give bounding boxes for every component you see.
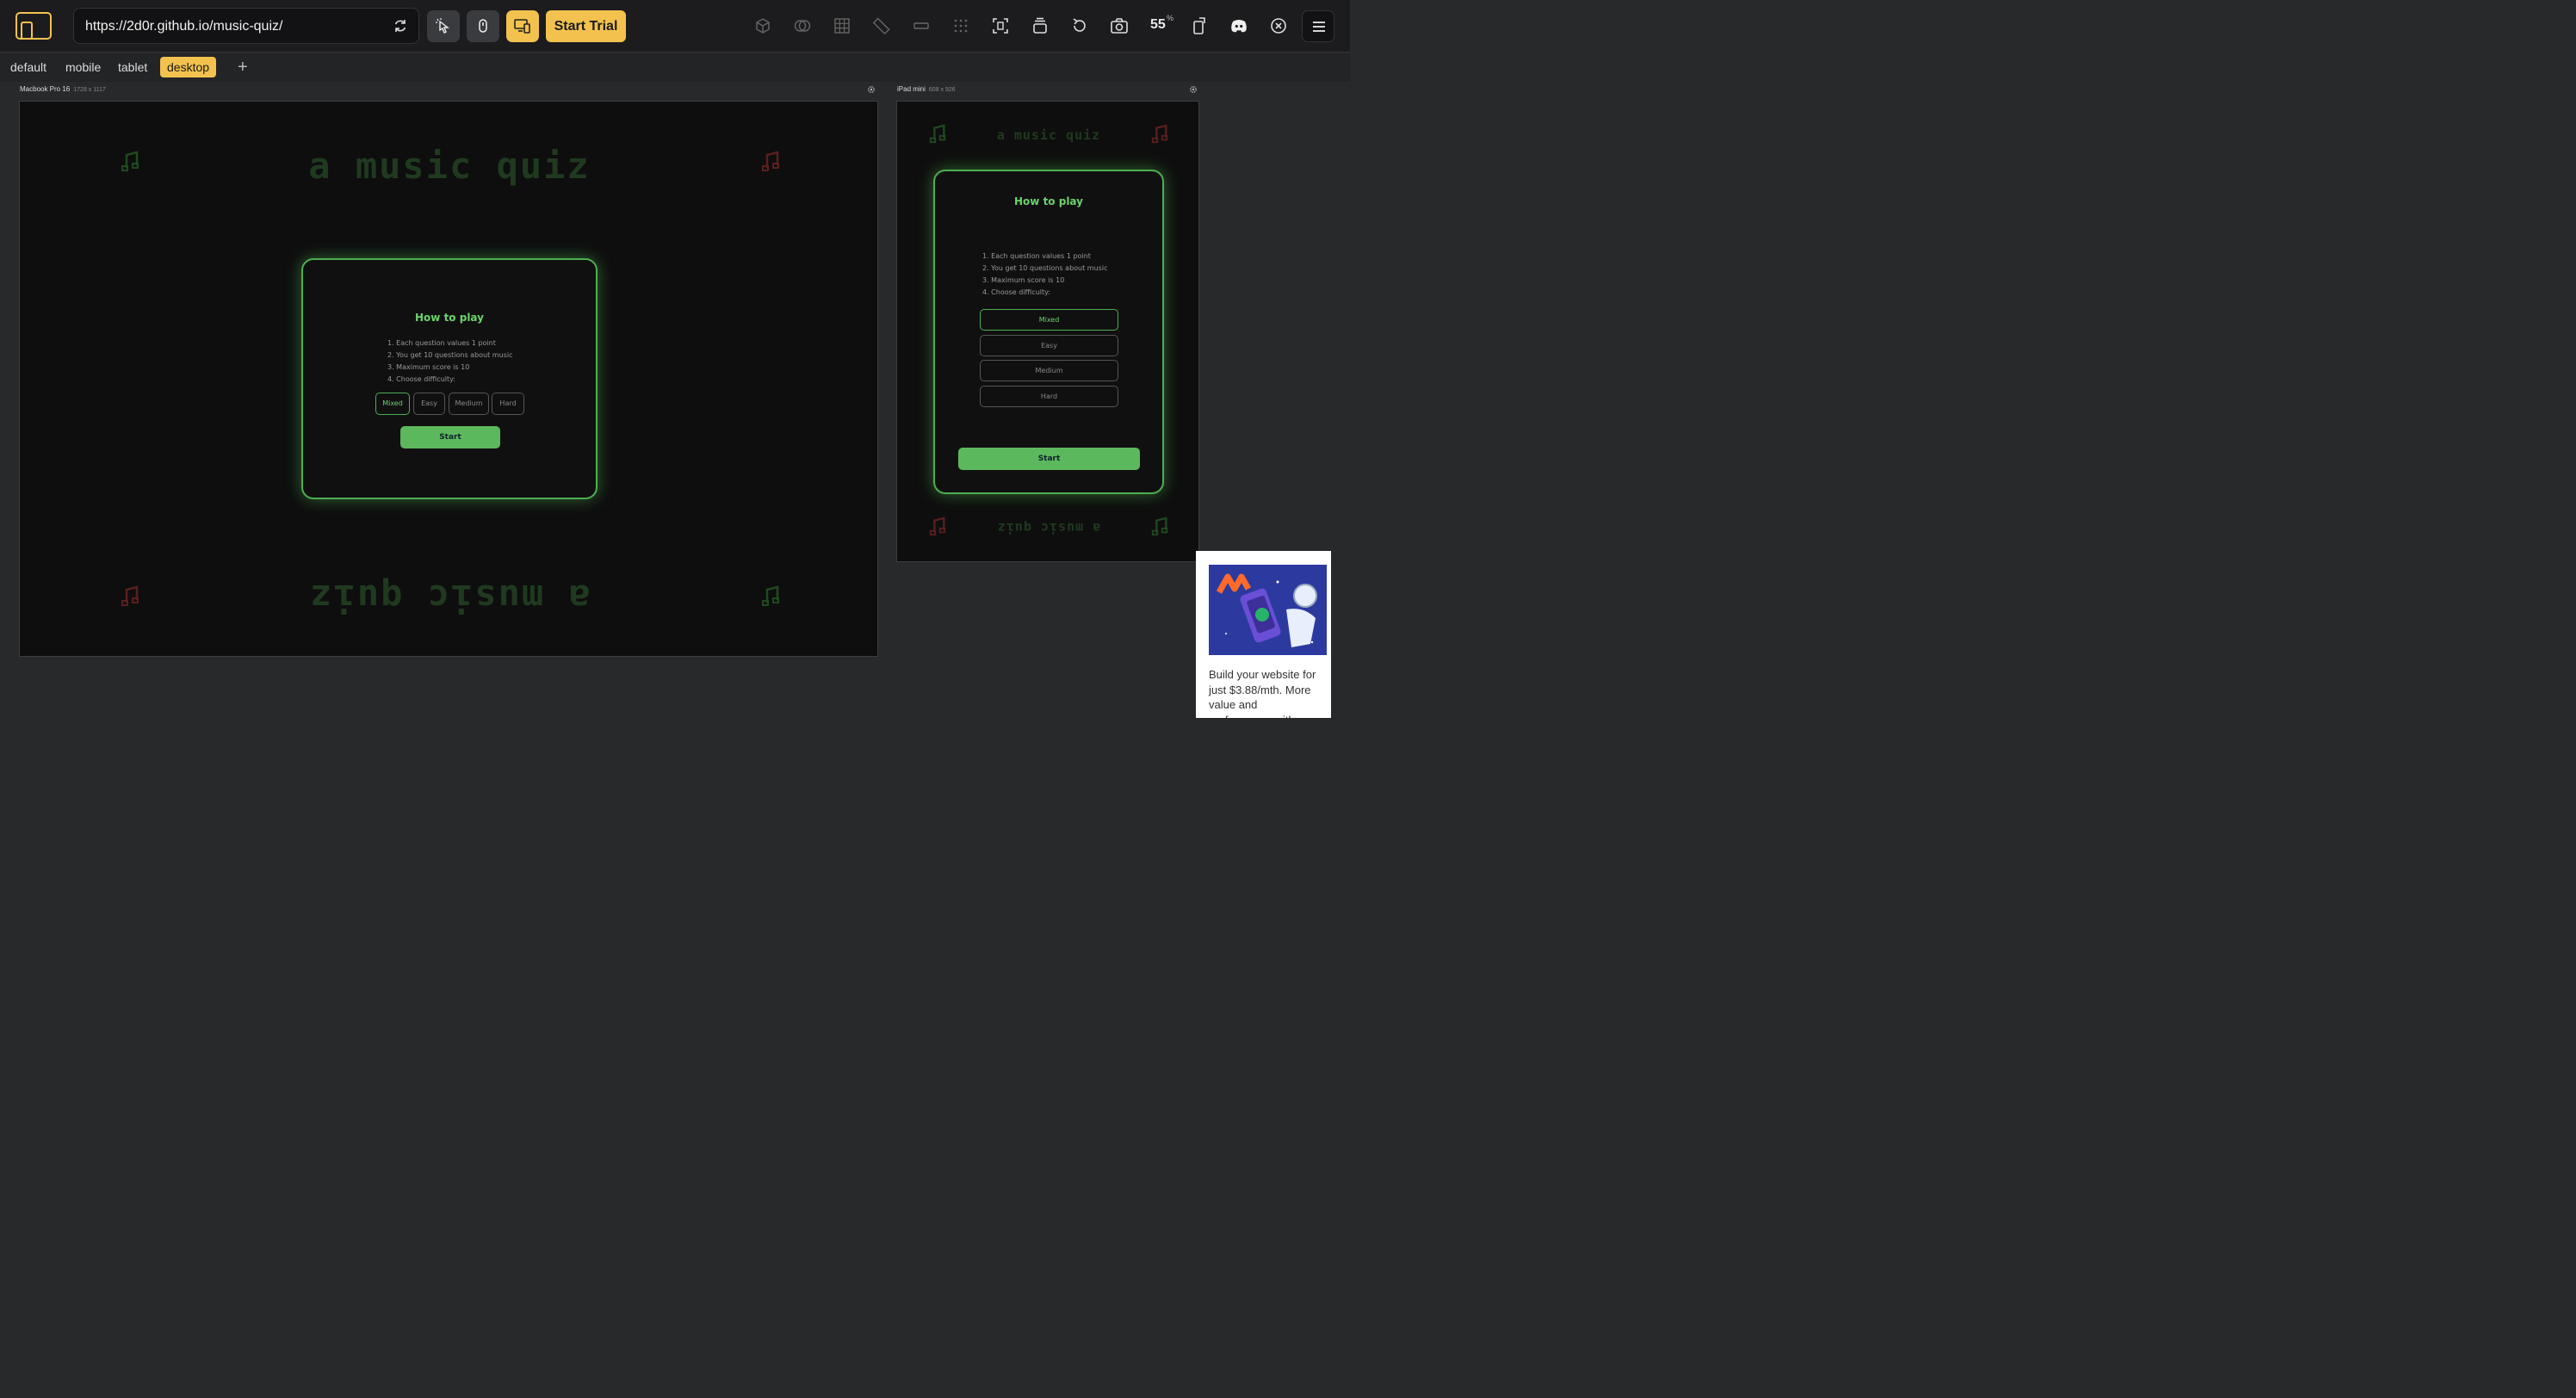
music-note-icon: [121, 585, 139, 606]
rules-list: 1. Each question values 1 point 2. You g…: [982, 251, 1107, 299]
music-note-icon: [762, 585, 779, 606]
difficulty-easy-button[interactable]: Easy: [413, 393, 445, 415]
rule-item: 2. You get 10 questions about music: [982, 264, 1108, 272]
rule-item: 2. You get 10 questions about music: [387, 351, 513, 359]
camera-icon[interactable]: [1110, 16, 1129, 35]
device-size: 1728 x 1117: [73, 87, 106, 93]
start-button[interactable]: Start: [400, 426, 500, 448]
quiz-title: a music quiz: [308, 145, 591, 187]
hosting-ad[interactable]: Build your website for just $3.88/mth. M…: [1196, 551, 1331, 718]
device-group-tabs: default mobile tablet desktop +: [0, 53, 1350, 82]
how-to-play-card: How to play 1. Each question values 1 po…: [933, 170, 1164, 494]
difficulty-mixed-button[interactable]: Mixed: [375, 393, 410, 415]
layers-icon[interactable]: [1031, 16, 1050, 35]
how-to-play-card: How to play 1. Each question values 1 po…: [301, 258, 598, 499]
rule-item: 4. Choose difficulty:: [387, 375, 455, 383]
menu-icon: [1313, 22, 1325, 32]
music-note-icon: [1151, 124, 1168, 144]
device-name: Macbook Pro 16: [20, 85, 71, 93]
device-label-ipad: iPad mini 608 x 926: [897, 85, 956, 93]
ad-text[interactable]: Build your website for just $3.88/mth. M…: [1209, 667, 1321, 718]
rotate-icon[interactable]: [1070, 16, 1089, 35]
url-bar[interactable]: https://2d0r.github.io/music-quiz/: [73, 8, 419, 44]
music-note-icon: [762, 151, 779, 171]
device-rotate-icon[interactable]: [1190, 16, 1209, 35]
zoom-unit: %: [1167, 14, 1174, 22]
tab-mobile[interactable]: mobile: [59, 57, 108, 77]
url-text[interactable]: https://2d0r.github.io/music-quiz/: [85, 19, 282, 34]
dots-grid-icon[interactable]: [951, 16, 970, 35]
difficulty-easy-button[interactable]: Easy: [980, 335, 1118, 356]
rule-item: 3. Maximum score is 10: [387, 363, 470, 371]
start-trial-button[interactable]: Start Trial: [546, 10, 626, 42]
responsive-mode-button[interactable]: [506, 10, 539, 42]
rules-list: 1. Each question values 1 point 2. You g…: [387, 337, 512, 386]
cube-icon[interactable]: [753, 16, 772, 35]
ruler-icon[interactable]: [872, 16, 891, 35]
quiz-title-mirrored: a music quiz: [308, 577, 591, 619]
responsive-mode-icon: [514, 19, 530, 34]
difficulty-hard-button[interactable]: Hard: [980, 386, 1118, 407]
select-element-button[interactable]: [427, 10, 460, 42]
rule-item: 4. Choose difficulty:: [982, 288, 1050, 296]
scroll-sync-button[interactable]: [467, 10, 499, 42]
tab-desktop[interactable]: desktop: [160, 57, 217, 77]
ipad-preview[interactable]: a music quiz a music quiz How to play 1.…: [896, 101, 1199, 562]
close-icon[interactable]: [1269, 16, 1288, 35]
astronaut-illustration-icon: [1209, 565, 1327, 655]
screenshot-frame-icon[interactable]: [991, 16, 1010, 35]
device-size: 608 x 926: [928, 87, 956, 93]
music-note-icon: [929, 517, 946, 536]
select-element-icon: [436, 18, 450, 34]
reload-icon[interactable]: [393, 18, 408, 34]
rule-item: 1. Each question values 1 point: [982, 252, 1091, 260]
difficulty-medium-button[interactable]: Medium: [980, 360, 1118, 381]
app-logo-icon[interactable]: [15, 12, 52, 40]
gear-icon[interactable]: [867, 85, 876, 94]
grid-icon[interactable]: [833, 16, 851, 35]
difficulty-medium-button[interactable]: Medium: [449, 393, 489, 415]
device-name: iPad mini: [897, 85, 926, 93]
rule-item: 1. Each question values 1 point: [387, 339, 496, 347]
device-label-macbook: Macbook Pro 16 1728 x 1117: [20, 85, 106, 93]
tab-default[interactable]: default: [3, 57, 53, 77]
difficulty-hard-button[interactable]: Hard: [492, 393, 524, 415]
music-note-icon: [929, 124, 946, 144]
zoom-level[interactable]: 55: [1150, 17, 1166, 33]
start-button[interactable]: Start: [958, 448, 1140, 470]
menu-button[interactable]: [1302, 10, 1334, 42]
discord-icon[interactable]: [1229, 16, 1248, 35]
add-tab-button[interactable]: +: [238, 57, 248, 77]
scroll-sync-icon: [479, 19, 487, 33]
top-toolbar: https://2d0r.github.io/music-quiz/ Start…: [0, 0, 1350, 53]
gear-icon[interactable]: [1189, 85, 1198, 94]
outline-icon[interactable]: [912, 16, 931, 35]
macbook-preview[interactable]: a music quiz a music quiz How to play 1.…: [19, 101, 878, 657]
ad-image[interactable]: [1209, 565, 1327, 655]
rule-item: 3. Maximum score is 10: [982, 276, 1065, 284]
tab-tablet[interactable]: tablet: [111, 57, 154, 77]
how-to-play-heading: How to play: [1014, 195, 1083, 207]
how-to-play-heading: How to play: [415, 312, 484, 324]
difficulty-mixed-button[interactable]: Mixed: [980, 309, 1118, 331]
music-note-icon: [121, 151, 139, 171]
music-note-icon: [1151, 517, 1168, 536]
overlap-icon[interactable]: [793, 16, 812, 35]
